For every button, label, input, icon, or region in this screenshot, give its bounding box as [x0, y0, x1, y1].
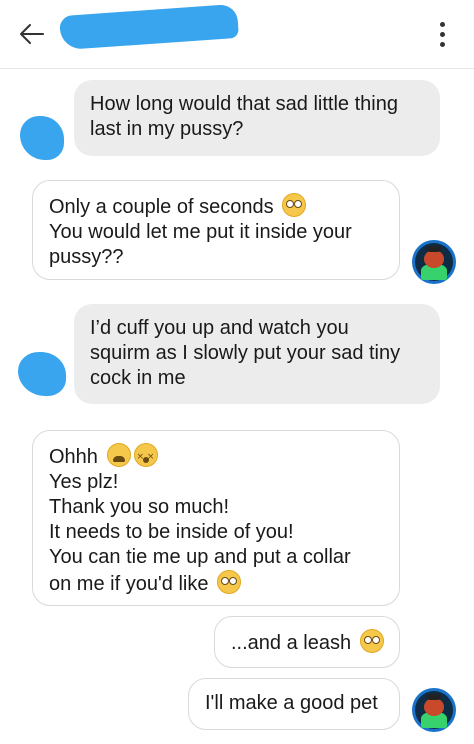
message-text: last in my pussy? [90, 118, 244, 140]
flushed-face-emoji-icon [217, 570, 242, 594]
redacted-contact-name [59, 3, 239, 51]
more-options-button[interactable] [430, 16, 454, 52]
message-text: I'll make a good pet [205, 692, 378, 714]
user-avatar[interactable] [412, 240, 456, 284]
chat-header [0, 0, 474, 69]
user-avatar[interactable] [412, 688, 456, 732]
message-text: cock in me [90, 367, 186, 389]
message-text: How long would that sad little thing [90, 93, 398, 115]
message-text: squirm as I slowly put your sad tiny [90, 342, 401, 364]
flushed-face-emoji-icon [282, 193, 307, 217]
redacted-avatar [18, 352, 66, 396]
message-text: Only a couple of seconds [49, 196, 274, 218]
message-text: You can tie me up and put a collar [49, 546, 351, 568]
message-bubble-incoming[interactable]: I’d cuff you up and watch you squirm as … [74, 304, 440, 404]
more-vertical-icon [439, 21, 445, 27]
message-bubble-incoming[interactable]: How long would that sad little thing las… [74, 80, 440, 156]
flushed-face-emoji-icon [359, 629, 384, 653]
message-bubble-outgoing[interactable]: Only a couple of seconds You would let m… [32, 180, 400, 280]
message-text: Thank you so much! [49, 496, 230, 518]
message-bubble-outgoing[interactable]: ...and a leash [214, 616, 400, 668]
message-text: You would let me put it inside your [49, 221, 352, 243]
message-text: pussy?? [49, 246, 124, 268]
weary-face-emoji-icon [106, 443, 131, 467]
message-text: It needs to be inside of you! [49, 521, 294, 543]
message-text: on me if you'd like [49, 573, 209, 595]
message-text: I’d cuff you up and watch you [90, 317, 349, 339]
message-text: ...and a leash [231, 632, 352, 654]
message-bubble-outgoing[interactable]: I'll make a good pet [188, 678, 400, 730]
back-button[interactable] [14, 16, 50, 52]
message-text: Ohhh [49, 446, 98, 468]
redacted-avatar [20, 116, 64, 160]
message-text: Yes plz! [49, 471, 119, 493]
message-bubble-outgoing[interactable]: Ohhh Yes plz! Thank you so much! It need… [32, 430, 400, 606]
dizzy-face-emoji-icon [133, 443, 158, 470]
arrow-left-icon [20, 24, 44, 44]
